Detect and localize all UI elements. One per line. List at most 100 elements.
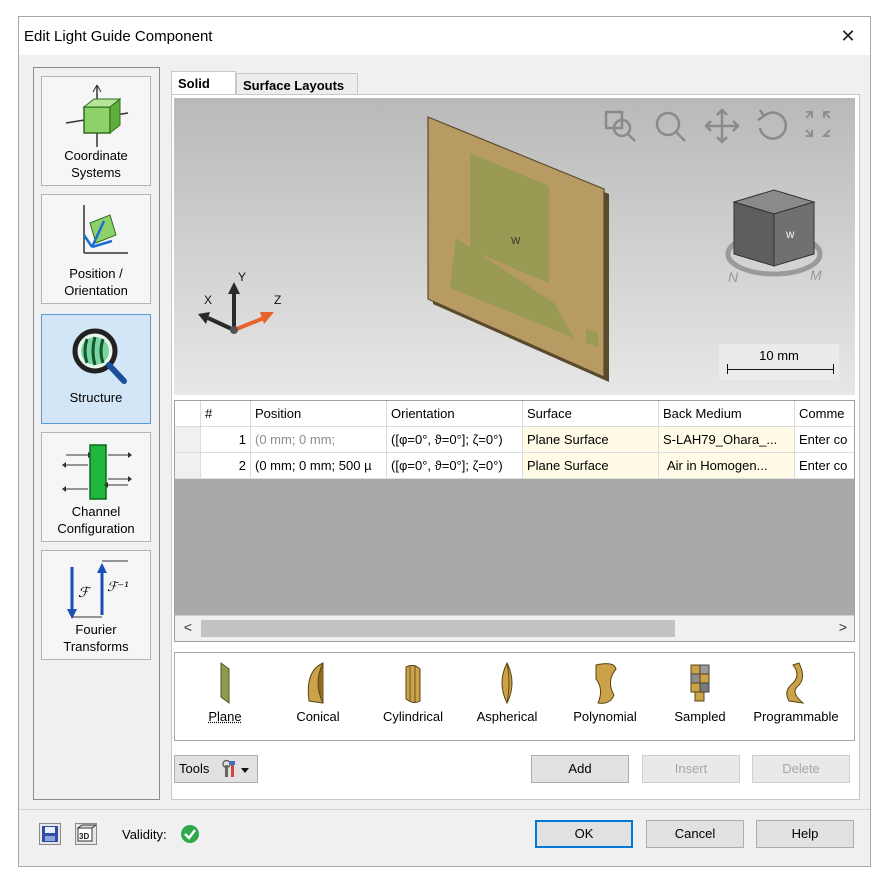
add-button[interactable]: Add bbox=[531, 755, 629, 783]
cylindrical-surface-icon bbox=[405, 664, 421, 704]
header-cell-comment[interactable]: Comme bbox=[795, 401, 854, 427]
surface-type-cylindrical[interactable]: Cylindrical bbox=[370, 653, 456, 740]
svg-text:3D: 3D bbox=[79, 832, 89, 841]
surface-type-label: Sampled bbox=[674, 709, 726, 724]
polynomial-surface-icon bbox=[595, 663, 617, 704]
surface-type-aspherical[interactable]: Aspherical bbox=[465, 653, 549, 740]
orientation-cube-icon[interactable]: W N M bbox=[725, 189, 823, 285]
tools-dropdown[interactable]: Tools bbox=[174, 755, 258, 783]
row-number: 1 bbox=[201, 427, 251, 453]
nav-label-line: Configuration bbox=[57, 521, 135, 536]
zoom-icon[interactable] bbox=[655, 111, 686, 142]
left-navigation: Coordinate Systems Position / Orientatio… bbox=[33, 67, 160, 800]
surface-type-label: Conical bbox=[296, 709, 340, 724]
axis-x-label: X bbox=[204, 293, 212, 307]
surface-type-label: Plane bbox=[208, 709, 242, 724]
row-selector[interactable] bbox=[175, 453, 201, 479]
svg-text:ℱ⁻¹: ℱ⁻¹ bbox=[107, 580, 129, 595]
row-position[interactable]: (0 mm; 0 mm; bbox=[251, 427, 387, 453]
header-cell-number[interactable]: # bbox=[201, 401, 251, 427]
delete-button[interactable]: Delete bbox=[752, 755, 850, 783]
zoom-window-icon[interactable] bbox=[604, 110, 636, 142]
surface-type-polynomial[interactable]: Polynomial bbox=[560, 653, 650, 740]
footer-separator bbox=[19, 809, 870, 810]
tab-surface-layouts[interactable]: Surface Layouts bbox=[236, 73, 358, 95]
3d-view-icon: 3D bbox=[76, 824, 98, 842]
surface-type-label: Programmable bbox=[753, 709, 839, 724]
ok-button[interactable]: OK bbox=[535, 820, 633, 848]
row-surface[interactable]: Plane Surface bbox=[523, 453, 659, 479]
programmable-surface-icon bbox=[786, 662, 805, 704]
nav-item-position-orientation[interactable]: Position / Orientation bbox=[41, 194, 151, 304]
svg-text:N: N bbox=[728, 269, 739, 285]
scale-bar: 10 mm bbox=[719, 344, 839, 380]
nav-label-line: Coordinate bbox=[64, 148, 128, 163]
scroll-left-button[interactable]: < bbox=[179, 619, 197, 635]
help-button[interactable]: Help bbox=[756, 820, 854, 848]
save-button[interactable] bbox=[39, 823, 61, 845]
surface-type-programmable[interactable]: Programmable bbox=[743, 653, 849, 740]
table-row[interactable]: 1 (0 mm; 0 mm; ([φ=0°, ϑ=0°]; ζ=0°) Plan… bbox=[175, 427, 854, 453]
row-back-medium[interactable]: Air in Homogen... bbox=[659, 453, 795, 479]
table-row[interactable]: 2 (0 mm; 0 mm; 500 µ ([φ=0°, ϑ=0°]; ζ=0°… bbox=[175, 453, 854, 479]
tab-solid[interactable]: Solid bbox=[171, 71, 236, 95]
3d-viewport[interactable]: W W N M X Y Z 10 mm bbox=[174, 98, 855, 395]
row-comment[interactable]: Enter co bbox=[795, 453, 854, 479]
surface-table: # Position Orientation Surface Back Medi… bbox=[174, 400, 855, 642]
nav-item-fourier-transforms[interactable]: ℱ ℱ⁻¹ Fourier Transforms bbox=[41, 550, 151, 660]
close-button[interactable]: ✕ bbox=[826, 17, 870, 55]
dialog-window: Edit Light Guide Component ✕ Coordinate … bbox=[18, 16, 871, 867]
nav-label-line: Orientation bbox=[64, 283, 128, 298]
row-number: 2 bbox=[201, 453, 251, 479]
svg-text:ℱ: ℱ bbox=[78, 585, 92, 601]
row-position[interactable]: (0 mm; 0 mm; 500 µ bbox=[251, 453, 387, 479]
row-comment[interactable]: Enter co bbox=[795, 427, 854, 453]
insert-button[interactable]: Insert bbox=[642, 755, 740, 783]
structure-panel: W W N M X Y Z 10 mm # Position Orientati… bbox=[171, 94, 860, 800]
plane-surface-icon bbox=[220, 662, 230, 704]
scroll-right-button[interactable]: > bbox=[834, 619, 852, 635]
fourier-transforms-icon: ℱ ℱ⁻¹ bbox=[67, 560, 129, 619]
plate-marker-label: W bbox=[511, 236, 521, 247]
row-surface[interactable]: Plane Surface bbox=[523, 427, 659, 453]
surface-type-plane[interactable]: Plane bbox=[195, 653, 255, 740]
row-selector[interactable] bbox=[175, 427, 201, 453]
nav-label-line: Systems bbox=[71, 165, 121, 180]
row-orientation[interactable]: ([φ=0°, ϑ=0°]; ζ=0°) bbox=[387, 453, 523, 479]
dialog-title: Edit Light Guide Component bbox=[24, 28, 213, 45]
nav-label-line: Fourier bbox=[75, 622, 117, 637]
nav-label-line: Structure bbox=[69, 390, 123, 405]
nav-item-structure[interactable]: Structure bbox=[41, 314, 151, 424]
scale-bar-label: 10 mm bbox=[759, 348, 799, 363]
nav-item-channel-configuration[interactable]: Channel Configuration bbox=[41, 432, 151, 542]
surface-type-label: Polynomial bbox=[573, 709, 637, 724]
horizontal-scrollbar[interactable]: < > bbox=[175, 615, 854, 641]
nav-label-line: Channel bbox=[71, 504, 121, 519]
header-cell-position[interactable]: Position bbox=[251, 401, 387, 427]
tools-label: Tools bbox=[179, 761, 210, 776]
fit-icon[interactable] bbox=[805, 111, 831, 137]
axis-y-label: Y bbox=[238, 270, 246, 284]
pan-icon[interactable] bbox=[704, 108, 740, 144]
surface-type-label: Cylindrical bbox=[383, 709, 443, 724]
tools-icon bbox=[222, 759, 249, 777]
position-orientation-icon bbox=[82, 205, 128, 254]
rotate-icon[interactable] bbox=[757, 109, 788, 140]
surface-type-sampled[interactable]: Sampled bbox=[665, 653, 735, 740]
validity-label: Validity: bbox=[122, 827, 167, 842]
header-cell-orientation[interactable]: Orientation bbox=[387, 401, 523, 427]
axis-triad-icon: X Y Z bbox=[198, 270, 281, 334]
header-cell bbox=[175, 401, 201, 427]
svg-text:M: M bbox=[810, 267, 822, 283]
table-header: # Position Orientation Surface Back Medi… bbox=[175, 401, 854, 427]
header-cell-surface[interactable]: Surface bbox=[523, 401, 659, 427]
row-orientation[interactable]: ([φ=0°, ϑ=0°]; ζ=0°) bbox=[387, 427, 523, 453]
nav-item-coordinate-systems[interactable]: Coordinate Systems bbox=[41, 76, 151, 186]
cube-face-label: W bbox=[786, 230, 795, 240]
surface-type-conical[interactable]: Conical bbox=[280, 653, 356, 740]
view-3d-button[interactable]: 3D bbox=[75, 823, 98, 845]
header-cell-back-medium[interactable]: Back Medium bbox=[659, 401, 795, 427]
row-back-medium[interactable]: S-LAH79_Ohara_... bbox=[659, 427, 795, 453]
scrollbar-thumb[interactable] bbox=[201, 620, 675, 637]
cancel-button[interactable]: Cancel bbox=[646, 820, 744, 848]
